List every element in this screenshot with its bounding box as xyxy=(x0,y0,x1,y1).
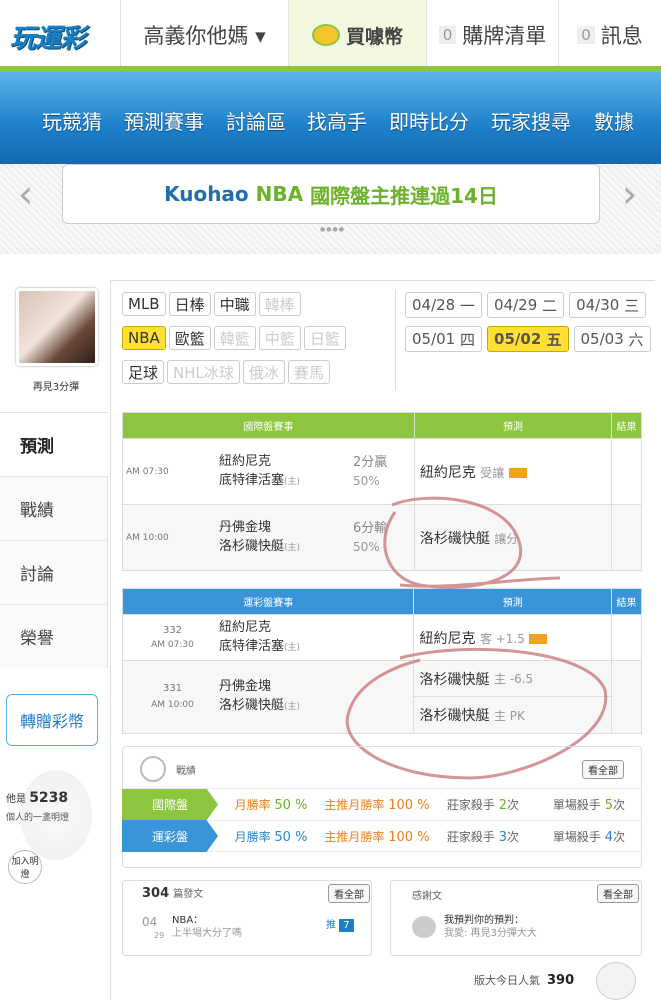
stat: 莊家殺手 2次 xyxy=(430,796,536,813)
post-date: 04 29 xyxy=(142,916,164,942)
stat-unit: 次 xyxy=(507,798,520,812)
stat: 單場殺手 5次 xyxy=(536,796,642,813)
target-icon xyxy=(140,756,166,782)
thanks-body: 我愛: 再見3分彈大大 xyxy=(444,928,537,939)
stat-value: 50 % xyxy=(274,829,308,845)
record-title: 戰績 xyxy=(176,766,196,777)
stat-unit: 次 xyxy=(507,829,520,844)
stat-value: 4 xyxy=(604,829,614,845)
post-day: 29 xyxy=(154,931,165,940)
record-row: 國際盤 月勝率 50 % 主推月勝率 100 % 莊家殺手 2次 單場殺手 5次 xyxy=(122,788,642,821)
posts-count: 304 xyxy=(142,886,170,901)
post-item[interactable]: NBA： 上半場大分了嗎 xyxy=(172,914,242,940)
record-row: 運彩盤 月勝率 50 % 主推月勝率 100 % 莊家殺手 3次 單場殺手 4次 xyxy=(122,820,642,852)
stat-value: 5 xyxy=(604,798,614,813)
post-month: 04 xyxy=(142,915,158,929)
stat-unit: 次 xyxy=(613,829,626,844)
annotation-circle xyxy=(383,496,561,589)
popularity-count: 390 xyxy=(547,973,575,988)
stat: 主推月勝率 100 % xyxy=(324,796,430,813)
record-view-all-button[interactable]: 看全部 xyxy=(582,760,624,779)
popularity: 版大今日人氣 390 xyxy=(474,972,574,988)
stat-unit: 次 xyxy=(613,798,626,812)
posts-label: 篇發文 xyxy=(173,889,204,900)
stat-label: 單場殺手 xyxy=(552,798,601,812)
stat-value: 100 % xyxy=(388,798,430,813)
stat: 主推月勝率 100 % xyxy=(324,828,430,845)
stat-label: 主推月勝率 xyxy=(324,829,385,844)
stat: 莊家殺手 3次 xyxy=(430,828,536,845)
thanks-item[interactable]: 我預判你的預判： 我愛: 再見3分彈大大 xyxy=(444,914,537,940)
stat-label: 單場殺手 xyxy=(552,829,601,844)
stat-value: 3 xyxy=(498,829,508,845)
stat: 月勝率 50 % xyxy=(218,828,324,845)
popularity-label: 版大今日人氣 xyxy=(474,974,540,987)
push-number: 7 xyxy=(339,919,354,932)
stat: 單場殺手 4次 xyxy=(536,828,642,845)
thanks-avatar xyxy=(412,916,436,938)
push-label: 推 xyxy=(326,920,336,931)
stat: 月勝率 50 % xyxy=(218,796,324,813)
record-label: 運彩盤 xyxy=(122,820,218,852)
posts-view-all-button[interactable]: 看全部 xyxy=(328,884,370,903)
post-title: NBA： xyxy=(172,915,204,926)
stat-label: 月勝率 xyxy=(234,798,271,812)
thanks-view-all-button[interactable]: 看全部 xyxy=(597,884,639,903)
stat-label: 主推月勝率 xyxy=(324,798,385,812)
stat-label: 莊家殺手 xyxy=(446,829,495,844)
stat-value: 2 xyxy=(498,798,508,813)
post-body: 上半場大分了嗎 xyxy=(172,928,242,939)
record-label: 國際盤 xyxy=(122,788,218,821)
stat-label: 莊家殺手 xyxy=(446,798,495,812)
stat-value: 50 % xyxy=(274,798,308,813)
thanks-title: 我預判你的預判： xyxy=(444,915,524,926)
mascot-icon xyxy=(596,962,636,1000)
stat-label: 月勝率 xyxy=(234,829,271,844)
thanks-label: 感謝文 xyxy=(412,891,442,902)
stat-value: 100 % xyxy=(388,829,430,845)
push-count: 推 7 xyxy=(326,916,354,932)
posts-header: 304 篇發文 xyxy=(142,885,203,901)
